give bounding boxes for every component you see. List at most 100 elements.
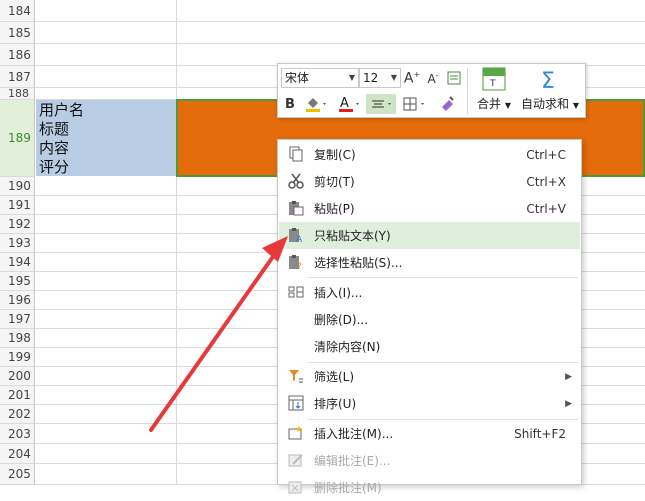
row-header-188[interactable]: 188 [0,87,35,100]
menu-item-label: 插入(I)... [314,286,363,300]
menu-item-clear-contents[interactable]: 清除内容(N) [279,333,580,360]
cell-a189-line-1: 用户名 [39,101,85,119]
menu-item-paste-special[interactable]: ? 选择性粘贴(S)... [279,249,580,276]
menu-item-label: 筛选(L) [314,370,355,384]
autosum-button[interactable]: Σ 自动求和 ▼ [519,66,581,112]
font-size-value: 12 [363,71,379,85]
row-header-193[interactable]: 193 [0,234,35,253]
shrink-font-icon: A- [427,70,439,86]
row-185-cells[interactable] [35,22,645,44]
row-header-201[interactable]: 201 [0,386,35,405]
borders-button[interactable] [399,94,429,114]
row-header-198[interactable]: 198 [0,329,35,348]
row-header-192[interactable]: 192 [0,215,35,234]
merge-cells-icon: T [482,67,506,91]
svg-text:Σ: Σ [541,69,555,92]
row-header-196[interactable]: 196 [0,291,35,310]
grow-font-button[interactable]: A+ [402,68,422,88]
shrink-font-button[interactable]: A- [423,68,443,88]
delete-comment-icon [288,481,302,494]
menu-item-insert-comment[interactable]: 插入批注(M)... Shift+F2 [279,420,580,447]
menu-item-label: 编辑批注(E)... [314,454,391,468]
row-header-184[interactable]: 184 [0,0,35,22]
chevron-down-icon: ▼ [572,101,579,110]
menu-item-edit-comment[interactable]: 编辑批注(E)... [279,447,580,474]
font-name-value: 宋体 [285,71,310,85]
row-header-191[interactable]: 191 [0,196,35,215]
row-header-187[interactable]: 187 [0,66,35,88]
menu-item-paste-text-only[interactable]: A 只粘贴文本(Y) [279,222,580,249]
format-painter-button[interactable] [444,68,464,88]
align-center-icon [372,100,391,108]
svg-text:T: T [489,79,496,89]
font-size-select[interactable]: 12 ▼ [359,68,401,88]
bold-button[interactable]: B [282,94,298,114]
row-header-197[interactable]: 197 [0,310,35,329]
menu-item-insert[interactable]: 插入(I)... [279,279,580,306]
menu-item-label: 插入批注(M)... [314,427,394,441]
menu-item-sort[interactable]: 排序(U) ▶ [279,390,580,417]
cell-a189[interactable]: 用户名 标题 内容 评分 [36,100,176,176]
cell-a189-line-4: 评分 [39,158,70,176]
row-header-204[interactable]: 204 [0,444,35,464]
submenu-arrow-icon: ▶ [565,371,572,382]
row-header-186[interactable]: 186 [0,44,35,66]
row-header-190[interactable]: 190 [0,177,35,196]
menu-item-label: 剪切(T) [314,175,355,189]
menu-item-delete-comment[interactable]: 删除批注(M) [279,474,580,501]
row-header-203[interactable]: 203 [0,424,35,444]
insert-cells-icon [288,286,304,298]
row-header-199[interactable]: 199 [0,348,35,367]
menu-item-label: 删除批注(M) [314,481,382,495]
menu-item-paste[interactable]: 粘贴(P) Ctrl+V [279,195,580,222]
row-header-189[interactable]: 189 [0,100,35,177]
clear-format-button[interactable] [436,94,458,114]
align-center-button[interactable] [366,94,396,114]
cell-a189-line-3: 内容 [39,139,70,157]
fill-bucket-icon [306,98,326,112]
menu-item-cut[interactable]: 剪切(T) Ctrl+X [279,168,580,195]
menu-item-shortcut: Ctrl+V [526,201,566,216]
fill-color-button[interactable] [301,94,331,114]
format-painter-icon [447,71,461,85]
row-header-195[interactable]: 195 [0,272,35,291]
svg-text:A: A [296,235,303,243]
row-header-202[interactable]: 202 [0,405,35,424]
row-header-185[interactable]: 185 [0,22,35,44]
row-184-cells[interactable] [35,0,645,22]
toolbar-separator [467,68,468,114]
cell-a189-line-2: 标题 [39,120,70,138]
sigma-icon: Σ [541,69,555,92]
row-header-194[interactable]: 194 [0,253,35,272]
mini-toolbar: 宋体 ▼ 12 ▼ A+ A- B A T 合并 ▼ Σ 自动求和 ▼ [277,63,586,118]
menu-item-filter[interactable]: 筛选(L) ▶ [279,363,580,390]
menu-item-label: 选择性粘贴(S)... [314,256,403,270]
paste-special-icon: ? [289,255,302,270]
filter-icon [289,370,303,383]
autosum-label: 自动求和 [521,97,570,111]
font-color-icon: A [339,96,359,112]
font-color-button[interactable]: A [334,94,364,114]
font-name-select[interactable]: 宋体 ▼ [281,68,359,88]
scissors-icon [288,173,304,189]
sort-icon [288,395,304,411]
svg-text:?: ? [297,262,302,270]
merge-cells-button[interactable]: T 合并 ▼ [474,66,514,112]
menu-item-label: 复制(C) [314,148,356,162]
menu-item-label: 粘贴(P) [314,202,355,216]
menu-item-label: 删除(D)... [314,313,369,327]
menu-item-copy[interactable]: 复制(C) Ctrl+C [279,141,580,168]
edit-comment-icon [288,454,303,467]
row-header-205[interactable]: 205 [0,464,35,485]
merge-label: 合并 [477,97,502,111]
context-menu: 复制(C) Ctrl+C 剪切(T) Ctrl+X 粘贴(P) Ctrl+V A… [277,139,582,495]
menu-separator [308,277,578,278]
insert-comment-icon [288,426,302,440]
menu-item-delete[interactable]: 删除(D)... [279,306,580,333]
row-header-200[interactable]: 200 [0,367,35,386]
menu-item-shortcut: Ctrl+X [526,174,566,189]
grow-font-icon: A+ [403,69,421,87]
chevron-down-icon: ▼ [504,101,511,110]
bold-label: B [285,96,295,112]
menu-item-shortcut: Shift+F2 [514,426,566,441]
